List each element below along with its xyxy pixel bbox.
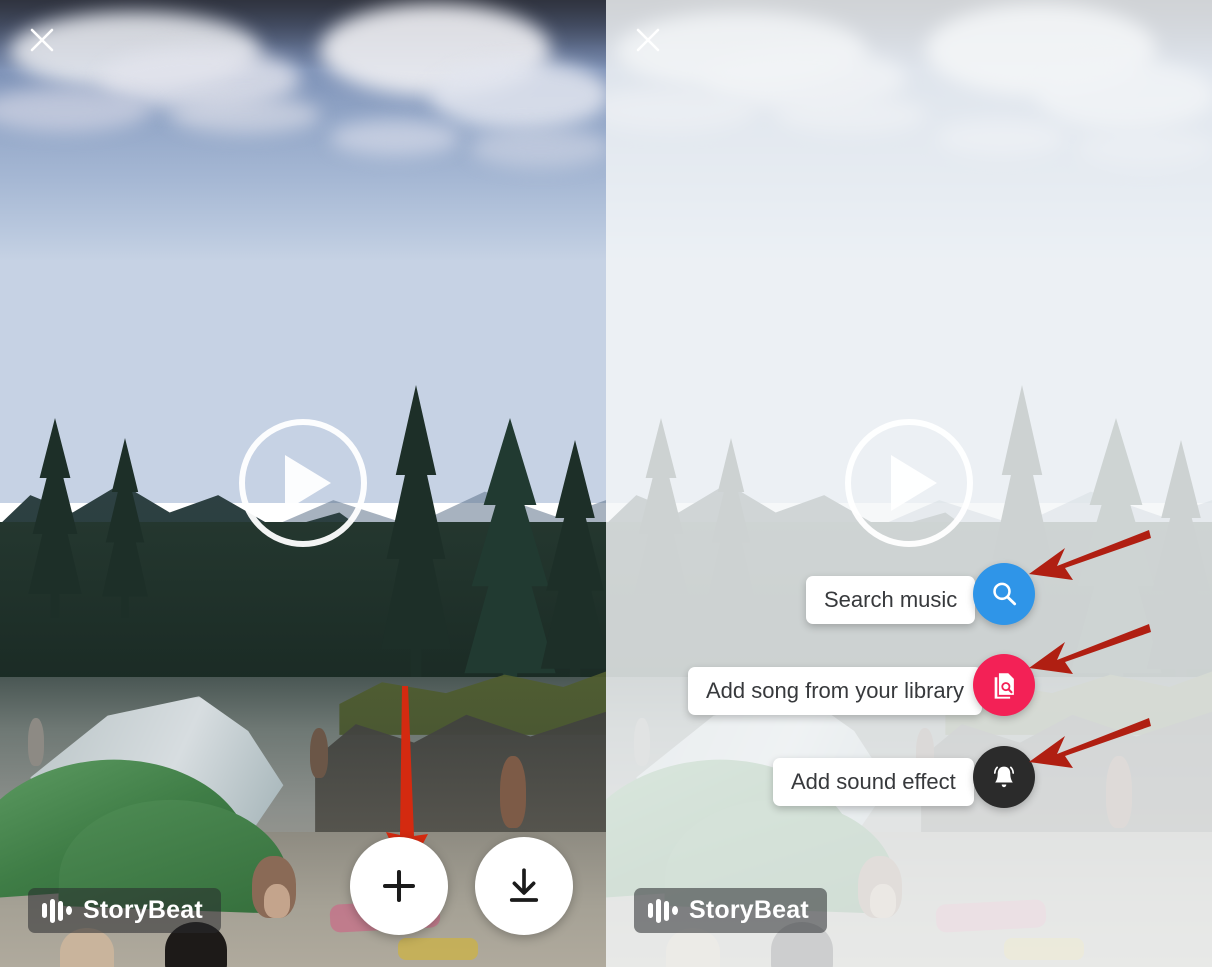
audio-waveform-icon (42, 898, 72, 924)
add-music-fab[interactable] (350, 837, 448, 935)
person (870, 884, 896, 918)
cloud (936, 120, 1066, 156)
plus-icon (382, 869, 416, 903)
menu-label-text: Search music (824, 587, 958, 612)
person (634, 718, 650, 766)
menu-label-text: Add song from your library (706, 678, 964, 703)
brand-watermark-left: StoryBeat (28, 888, 221, 933)
search-music-label[interactable]: Search music (806, 576, 976, 624)
beach-towel (398, 938, 478, 960)
brand-watermark-right: StoryBeat (634, 888, 827, 933)
brand-name-label: StoryBeat (689, 896, 809, 924)
cloud (776, 96, 926, 134)
play-button-right[interactable] (845, 419, 973, 547)
left-panel: StoryBeat (0, 0, 606, 967)
person (310, 728, 328, 778)
cloud (430, 60, 606, 130)
beach-towel (935, 899, 1047, 933)
menu-label-text: Add sound effect (791, 769, 956, 794)
play-triangle-icon (285, 455, 331, 511)
split-screenshot-stage: StoryBeat Search music Add song from you… (0, 0, 1212, 967)
close-x-icon (30, 28, 54, 52)
audio-waveform-icon (648, 898, 678, 924)
cloud (1036, 60, 1212, 130)
download-fab[interactable] (475, 837, 573, 935)
file-search-document-icon (994, 673, 1014, 699)
bell-ringing-icon (993, 766, 1015, 788)
close-button-right[interactable] (628, 20, 668, 60)
person (264, 884, 290, 918)
add-sound-effect-label[interactable]: Add sound effect (773, 758, 974, 806)
person (500, 756, 526, 828)
brand-name-label: StoryBeat (83, 896, 203, 924)
person (1106, 756, 1132, 828)
person (28, 718, 44, 766)
play-button-left[interactable] (239, 419, 367, 547)
magnifier-search-icon (993, 582, 1017, 606)
play-triangle-icon (891, 455, 937, 511)
beach-towel (1004, 938, 1084, 960)
add-song-from-library-button[interactable] (973, 654, 1035, 716)
cloud (170, 96, 320, 134)
search-music-button[interactable] (973, 563, 1035, 625)
add-song-from-library-label[interactable]: Add song from your library (688, 667, 982, 715)
close-x-icon (636, 28, 660, 52)
close-button-left[interactable] (22, 20, 62, 60)
cloud (470, 128, 606, 168)
download-arrow-icon (509, 868, 539, 902)
add-sound-effect-button[interactable] (973, 746, 1035, 808)
cloud (1076, 128, 1212, 168)
cloud (330, 120, 460, 156)
right-panel: Search music Add song from your library (606, 0, 1212, 967)
